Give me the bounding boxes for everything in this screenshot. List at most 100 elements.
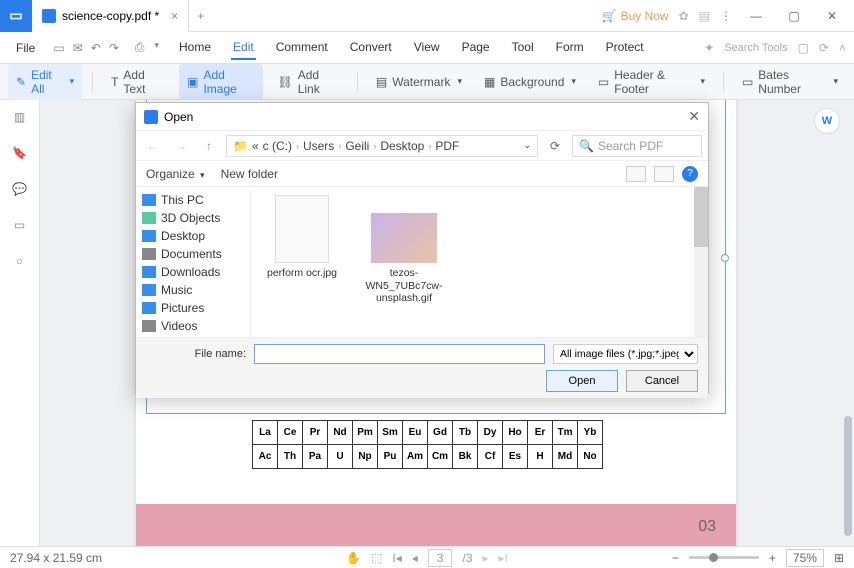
zoom-slider[interactable] [689, 556, 759, 559]
dialog-close-button[interactable]: ✕ [688, 108, 700, 125]
search-rail-icon[interactable]: ○ [11, 252, 29, 270]
watermark-icon: ▤ [376, 75, 387, 89]
redo-icon[interactable]: ↷ [109, 41, 119, 55]
filetype-select[interactable]: All image files (*.jpg;*.jpeg;*.jpe [553, 344, 698, 364]
background-button[interactable]: ▦Background▾ [476, 71, 584, 93]
maximize-button[interactable]: ▢ [780, 2, 808, 30]
preview-pane-button[interactable] [654, 166, 674, 182]
tab-home[interactable]: Home [177, 36, 213, 60]
nav-back-button[interactable]: ← [142, 135, 164, 157]
tree-item-music[interactable]: Music [136, 281, 250, 299]
tab-protect[interactable]: Protect [604, 36, 646, 60]
close-tab-icon[interactable]: × [171, 9, 178, 23]
bookmark-icon[interactable]: 🔖 [11, 144, 29, 162]
bates-button[interactable]: ▭Bates Number▾ [734, 64, 846, 100]
view-mode-button[interactable] [626, 166, 646, 182]
file-scrollbar[interactable] [694, 187, 708, 337]
tree-item-3d[interactable]: 3D Objects [136, 209, 250, 227]
export-icon[interactable]: ▢ [798, 41, 809, 55]
tab-edit[interactable]: Edit [231, 36, 256, 60]
tab-title: science-copy.pdf * [62, 9, 159, 23]
cancel-button[interactable]: Cancel [626, 370, 698, 392]
document-tab[interactable]: science-copy.pdf * × [32, 0, 189, 32]
tree-item-documents[interactable]: Documents [136, 245, 250, 263]
new-folder-button[interactable]: New folder [221, 167, 278, 181]
last-page-button[interactable]: ▸I [499, 551, 508, 565]
save-icon[interactable]: ▭ [53, 41, 64, 55]
tree-item-desktop[interactable]: Desktop [136, 227, 250, 245]
select-tool-icon[interactable]: ⬚ [371, 551, 382, 565]
open-file-dialog: Open ✕ ← → ↑ 📁 « c (C:)› Users› Geili› D… [135, 102, 709, 394]
file-list[interactable]: perform ocr.jpg tezos-WN5_7UBc7cw-unspla… [251, 187, 708, 337]
path-dropdown-icon[interactable]: ⌄ [523, 140, 531, 151]
pdf-icon [42, 9, 56, 23]
nav-forward-button[interactable]: → [170, 135, 192, 157]
zoom-out-button[interactable]: − [672, 551, 679, 565]
collapse-icon[interactable]: ˄ [839, 41, 846, 55]
cloud-icon[interactable]: ⟳ [819, 41, 829, 55]
prev-page-button[interactable]: ◂ [412, 551, 418, 565]
current-page-input[interactable]: 3 [428, 549, 453, 567]
buy-now-link[interactable]: 🛒 Buy Now [602, 9, 669, 23]
watermark-button[interactable]: ▤Watermark▾ [368, 71, 470, 93]
comment-rail-icon[interactable]: 💬 [11, 180, 29, 198]
open-button[interactable]: Open [546, 370, 618, 392]
zoom-in-button[interactable]: + [769, 551, 776, 565]
tab-convert[interactable]: Convert [348, 36, 394, 60]
nav-up-button[interactable]: ↑ [198, 135, 220, 157]
resize-handle[interactable] [721, 254, 729, 262]
thumbnails-icon[interactable]: ▥ [11, 108, 29, 126]
close-window-button[interactable]: ✕ [818, 2, 846, 30]
hand-tool-icon[interactable]: ✋ [346, 551, 361, 565]
tab-view[interactable]: View [412, 36, 442, 60]
help-button[interactable]: ? [682, 166, 698, 182]
tab-tool[interactable]: Tool [510, 36, 536, 60]
filename-input[interactable] [254, 344, 545, 364]
more-icon[interactable]: ⋮ [720, 9, 732, 23]
print-icon[interactable]: ⎙ [135, 40, 145, 55]
header-footer-button[interactable]: ▭Header & Footer▾ [590, 64, 713, 100]
minimize-button[interactable]: — [742, 2, 770, 30]
undo-icon[interactable]: ↶ [91, 41, 101, 55]
tree-item-thispc[interactable]: This PC [136, 191, 250, 209]
tab-comment[interactable]: Comment [274, 36, 330, 60]
refresh-button[interactable]: ⟳ [544, 135, 566, 157]
drive-icon: 📁 [233, 139, 248, 153]
breadcrumb[interactable]: 📁 « c (C:)› Users› Geili› Desktop› PDF ⌄ [226, 135, 538, 157]
share-icon[interactable]: ✿ [679, 9, 689, 23]
next-page-button[interactable]: ▸ [483, 551, 489, 565]
add-image-button[interactable]: ▣Add Image [179, 64, 263, 100]
file-item[interactable]: tezos-WN5_7UBc7cw-unsplash.gif [365, 195, 443, 329]
file-item[interactable]: perform ocr.jpg [263, 195, 341, 329]
notifications-icon[interactable]: ▤ [699, 9, 710, 23]
crumb[interactable]: Desktop [380, 139, 424, 153]
tab-page[interactable]: Page [460, 36, 492, 60]
tab-form[interactable]: Form [554, 36, 586, 60]
crumb[interactable]: Geili [345, 139, 369, 153]
attachment-icon[interactable]: ▭ [11, 216, 29, 234]
edit-all-button[interactable]: ✎Edit All▾ [8, 64, 82, 100]
file-menu[interactable]: File [8, 41, 43, 55]
dialog-search-input[interactable]: 🔍 Search PDF [572, 135, 702, 157]
zoom-value[interactable]: 75% [786, 549, 824, 567]
tree-item-videos[interactable]: Videos [136, 317, 250, 335]
crumb[interactable]: PDF [435, 139, 459, 153]
add-text-button[interactable]: TAdd Text [103, 64, 173, 100]
vertical-scrollbar[interactable] [844, 416, 852, 536]
folder-tree: This PC 3D Objects Desktop Documents Dow… [136, 187, 251, 337]
tree-item-pictures[interactable]: Pictures [136, 299, 250, 317]
crumb[interactable]: c (C:) [263, 139, 292, 153]
page-nav: ✋ ⬚ I◂ ◂ 3 /3 ▸ ▸I [346, 549, 508, 567]
dialog-footer: File name: All image files (*.jpg;*.jpeg… [136, 337, 708, 398]
first-page-button[interactable]: I◂ [392, 551, 401, 565]
search-tools-input[interactable]: Search Tools [724, 42, 787, 54]
add-link-button[interactable]: ⛓Add Link [269, 64, 347, 100]
organize-menu[interactable]: Organize ▾ [146, 167, 205, 181]
add-tab-button[interactable]: + [189, 9, 212, 23]
word-export-badge[interactable]: W [814, 108, 840, 134]
fit-icon[interactable]: ⊞ [834, 551, 844, 565]
wand-icon[interactable]: ✦ [704, 41, 714, 55]
tree-item-downloads[interactable]: Downloads [136, 263, 250, 281]
crumb[interactable]: Users [303, 139, 334, 153]
mail-icon[interactable]: ✉ [73, 41, 83, 55]
